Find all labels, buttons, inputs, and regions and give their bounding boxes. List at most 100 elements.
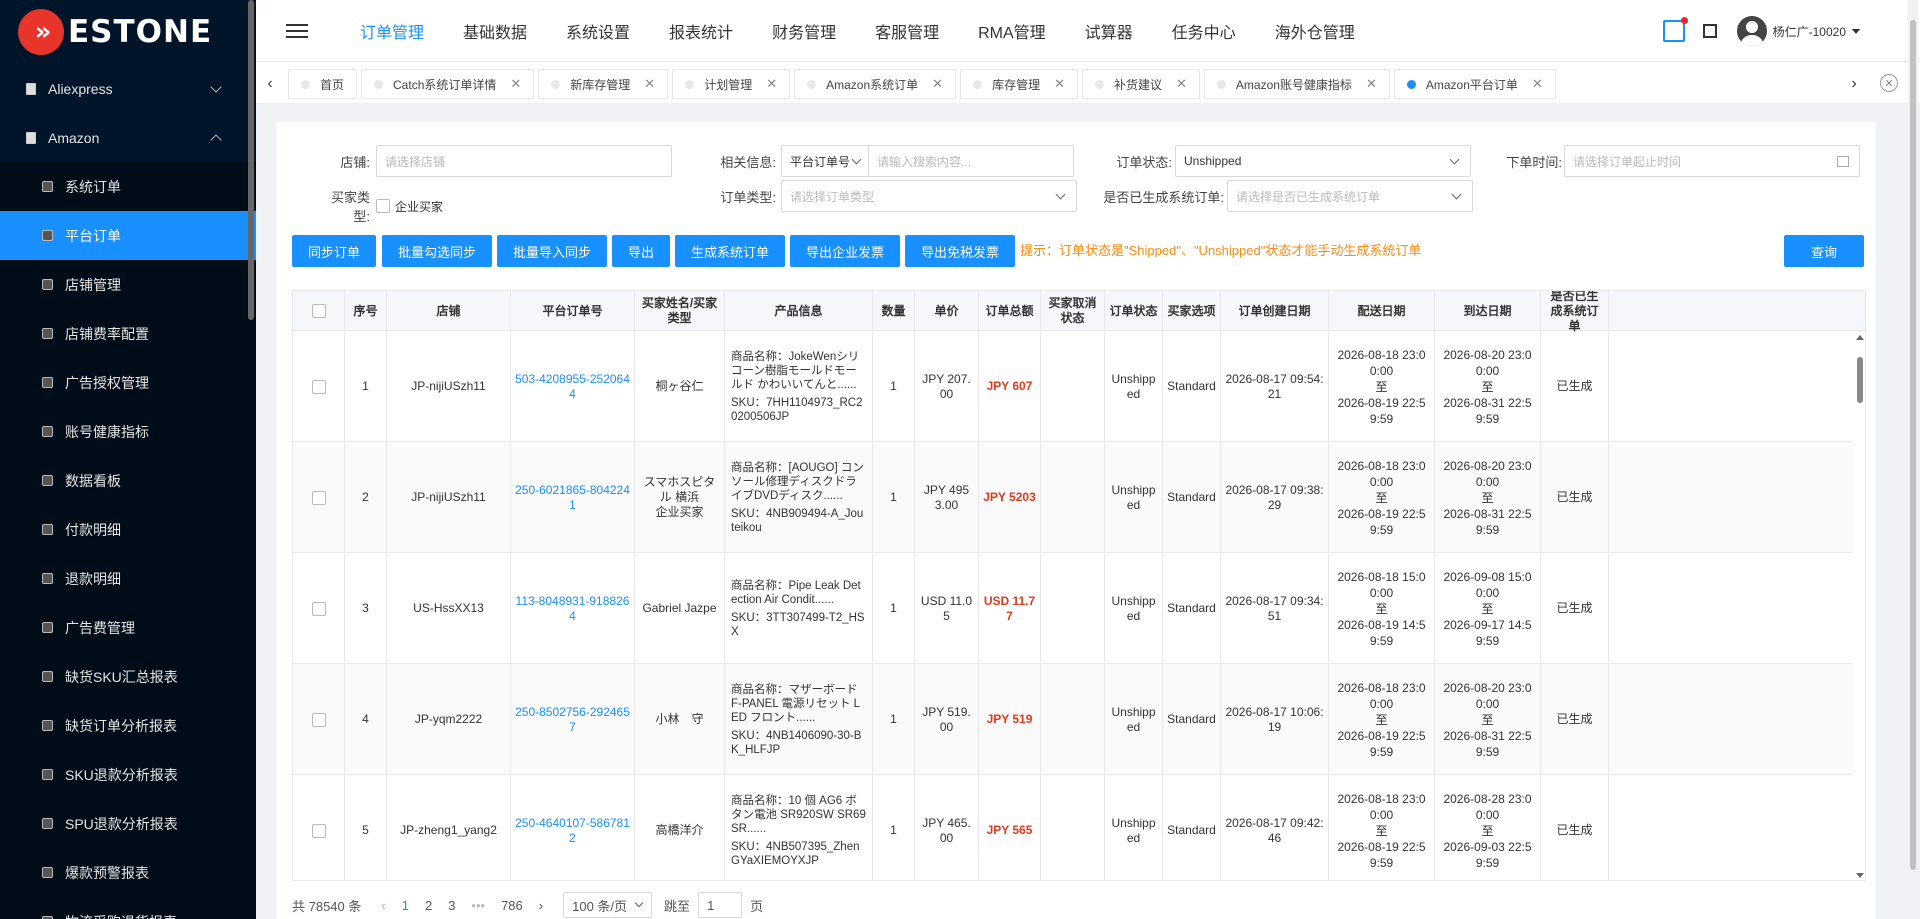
- tab-item[interactable]: 新库存管理 ✕: [538, 69, 669, 99]
- next-page-icon[interactable]: ›: [539, 898, 543, 913]
- generate-system-order-button[interactable]: 生成系统订单: [675, 235, 785, 267]
- table-row[interactable]: 3 US-HssXX13 113-8048931-9188264 Gabriel Ja…: [293, 553, 1865, 664]
- order-type-select[interactable]: 请选择订单类型: [781, 180, 1077, 212]
- page-scroll-thumb[interactable]: [1910, 20, 1916, 870]
- tab-item[interactable]: Amazon平台订单 ✕: [1393, 69, 1556, 99]
- table-scrollbar[interactable]: [1853, 331, 1865, 880]
- close-icon[interactable]: ✕: [1054, 76, 1065, 92]
- row-checkbox[interactable]: [311, 379, 326, 394]
- sidebar-item-12[interactable]: SKU退款分析报表: [0, 750, 256, 799]
- close-icon[interactable]: ✕: [932, 76, 943, 92]
- top-nav-item[interactable]: 试算器: [1085, 19, 1133, 43]
- table-row[interactable]: 4 JP-yqm2222 250-8502756-2924657 小林 守 商品名称：マ…: [293, 664, 1865, 775]
- top-nav-item[interactable]: 海外仓管理: [1275, 19, 1355, 43]
- select-all-checkbox[interactable]: [311, 304, 326, 318]
- row-checkbox[interactable]: [311, 601, 326, 616]
- order-id-link[interactable]: 503-4208955-2520644: [515, 372, 630, 402]
- page-size-select[interactable]: 100 条/页: [563, 892, 653, 918]
- order-id-link[interactable]: 250-4640107-5867812: [515, 816, 630, 846]
- sidebar-item-13[interactable]: SPU退款分析报表: [0, 799, 256, 848]
- sidebar-item-4[interactable]: 广告授权管理: [0, 358, 256, 407]
- close-icon[interactable]: ✕: [1366, 76, 1377, 92]
- avatar[interactable]: [1736, 16, 1767, 46]
- row-checkbox[interactable]: [311, 490, 326, 505]
- info-search-input[interactable]: 请输入搜索内容...: [868, 145, 1074, 177]
- close-icon[interactable]: ✕: [510, 76, 521, 92]
- sidebar-item-14[interactable]: 爆款预警报表: [0, 848, 256, 897]
- table-row[interactable]: 5 JP-zheng1_yang2 250-4640107-5867812 高橋洋介 商…: [293, 775, 1865, 880]
- sidebar-scrollbar[interactable]: [248, 0, 254, 320]
- table-row[interactable]: 2 JP-nijiUSzh11 250-6021865-8042241 スマホスピタル…: [293, 442, 1865, 553]
- row-checkbox[interactable]: [311, 712, 326, 727]
- page-2[interactable]: 2: [425, 898, 432, 913]
- prev-page-icon[interactable]: ‹: [381, 898, 385, 913]
- sidebar-item-8[interactable]: 退款明细: [0, 554, 256, 603]
- tab-item[interactable]: Amazon账号健康指标 ✕: [1203, 69, 1390, 99]
- export-button[interactable]: 导出: [612, 235, 670, 267]
- sidebar-item-10[interactable]: 缺货SKU汇总报表: [0, 652, 256, 701]
- sidebar-item-5[interactable]: 账号健康指标: [0, 407, 256, 456]
- sidebar-item-2[interactable]: 店铺管理: [0, 260, 256, 309]
- close-icon[interactable]: ✕: [1176, 76, 1187, 92]
- top-nav-item[interactable]: RMA管理: [978, 19, 1046, 43]
- close-all-tabs-icon[interactable]: ✕: [1880, 74, 1898, 92]
- scroll-down-icon[interactable]: [1856, 873, 1864, 878]
- page-scrollbar[interactable]: [1908, 0, 1918, 919]
- batch-sync-button[interactable]: 批量勾选同步: [382, 235, 492, 267]
- order-id-link[interactable]: 250-6021865-8042241: [515, 483, 630, 513]
- table-row[interactable]: 1 JP-nijiUSzh11 503-4208955-2520644 桐ヶ谷仁 商品名…: [293, 331, 1865, 442]
- order-id-link[interactable]: 250-8502756-2924657: [515, 705, 630, 735]
- sidebar-group-aliexpress[interactable]: Aliexpress: [0, 64, 256, 113]
- task-list-icon[interactable]: [1662, 17, 1688, 42]
- sidebar-group-amazon[interactable]: Amazon: [0, 113, 256, 162]
- top-nav-item[interactable]: 报表统计: [669, 19, 733, 43]
- sidebar-item-15[interactable]: 物流采购退货报表: [0, 897, 256, 919]
- tab-item[interactable]: Amazon系统订单 ✕: [794, 69, 957, 99]
- row-checkbox[interactable]: [311, 823, 326, 838]
- shop-select[interactable]: 请选择店铺: [376, 145, 672, 177]
- top-nav-item[interactable]: 客服管理: [875, 19, 939, 43]
- more-pages-icon[interactable]: •••: [471, 898, 485, 913]
- top-nav-item[interactable]: 财务管理: [772, 19, 836, 43]
- tab-scroll-left-icon[interactable]: ‹: [258, 68, 282, 100]
- business-buyer-checkbox[interactable]: [376, 199, 390, 213]
- export-taxfree-button[interactable]: 导出免税发票: [905, 235, 1015, 267]
- tab-scroll-right-icon[interactable]: ›: [1842, 68, 1866, 100]
- order-id-link[interactable]: 113-8048931-9188264: [515, 594, 630, 624]
- sidebar-item-9[interactable]: 广告费管理: [0, 603, 256, 652]
- info-type-select[interactable]: 平台订单号: [781, 145, 869, 177]
- import-sync-button[interactable]: 批量导入同步: [497, 235, 607, 267]
- select-all-cell[interactable]: [293, 291, 345, 331]
- page-last[interactable]: 786: [501, 898, 523, 913]
- close-icon[interactable]: ✕: [766, 76, 777, 92]
- sidebar-item-0[interactable]: 系统订单: [0, 162, 256, 211]
- scroll-thumb[interactable]: [1857, 357, 1863, 403]
- menu-toggle-icon[interactable]: [286, 20, 308, 42]
- top-nav-item[interactable]: 基础数据: [463, 19, 527, 43]
- top-nav-item[interactable]: 订单管理: [360, 19, 424, 43]
- sidebar-item-7[interactable]: 付款明细: [0, 505, 256, 554]
- page-1[interactable]: 1: [402, 898, 409, 913]
- caret-down-icon[interactable]: [1852, 28, 1860, 34]
- query-button[interactable]: 查询: [1784, 235, 1864, 267]
- page-3[interactable]: 3: [448, 898, 455, 913]
- sync-orders-button[interactable]: 同步订单: [292, 235, 376, 267]
- top-nav-item[interactable]: 任务中心: [1172, 19, 1236, 43]
- tab-item[interactable]: Catch系统订单详情 ✕: [361, 69, 535, 99]
- sidebar-item-3[interactable]: 店铺费率配置: [0, 309, 256, 358]
- generated-select[interactable]: 请选择是否已生成系统订单: [1227, 180, 1473, 212]
- sidebar-item-6[interactable]: 数据看板: [0, 456, 256, 505]
- export-invoice-button[interactable]: 导出企业发票: [790, 235, 900, 267]
- scroll-up-icon[interactable]: [1856, 335, 1864, 340]
- tab-item[interactable]: 计划管理 ✕: [672, 69, 791, 99]
- close-icon[interactable]: ✕: [644, 76, 655, 92]
- close-icon[interactable]: ✕: [1532, 76, 1543, 92]
- time-range-picker[interactable]: 请选择订单起止时间: [1564, 145, 1860, 177]
- sidebar-item-11[interactable]: 缺货订单分析报表: [0, 701, 256, 750]
- jump-page-input[interactable]: 1: [698, 892, 743, 918]
- tab-item[interactable]: 库存管理 ✕: [960, 69, 1078, 99]
- tab-item[interactable]: 首页: [288, 69, 358, 99]
- user-name[interactable]: 杨仁广-10020: [1773, 23, 1846, 40]
- sidebar-item-1[interactable]: 平台订单: [0, 211, 256, 260]
- tab-item[interactable]: 补货建议 ✕: [1081, 69, 1200, 99]
